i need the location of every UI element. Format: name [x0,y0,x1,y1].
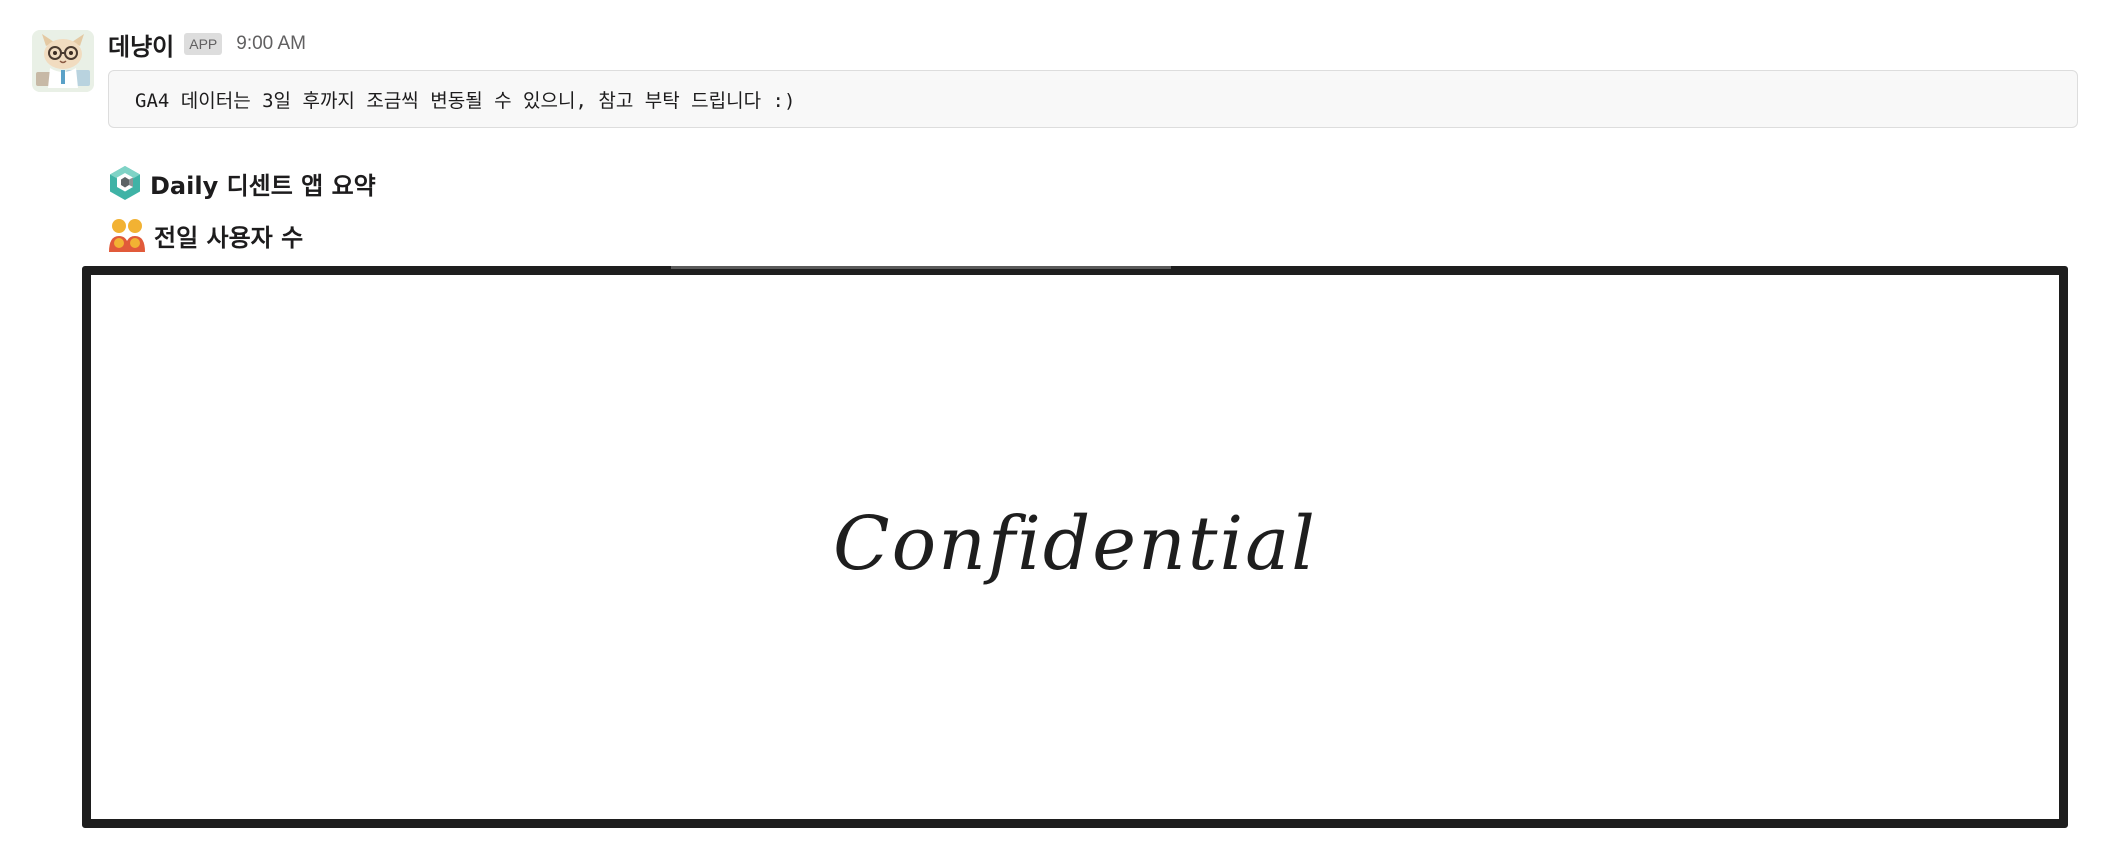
frame-scuff [671,266,1171,269]
users-title: 전일 사용자 수 [154,223,304,252]
summary-title: Daily 디센트 앱 요약 [150,171,376,200]
confidential-label: Confidential [833,501,1317,587]
summary-heading: Daily 디센트 앱 요약 [108,163,376,203]
message-header: 데냥이 APP 9:00 AM [108,26,306,62]
code-block: GA4 데이터는 3일 후까지 조금씩 변동될 수 있으니, 참고 부탁 드립니… [108,70,2078,128]
users-heading: 전일 사용자 수 [108,215,303,255]
cat-avatar-icon [32,30,94,92]
message-timestamp[interactable]: 9:00 AM [236,33,306,55]
sender-name[interactable]: 데냥이 [108,27,174,62]
hexagon-logo-icon [110,166,140,200]
people-icon [109,219,145,252]
code-block-text: GA4 데이터는 3일 후까지 조금씩 변동될 수 있으니, 참고 부탁 드립니… [135,89,796,112]
app-badge: APP [184,33,223,55]
confidential-image[interactable]: Confidential [82,266,2068,828]
avatar[interactable] [32,30,94,92]
